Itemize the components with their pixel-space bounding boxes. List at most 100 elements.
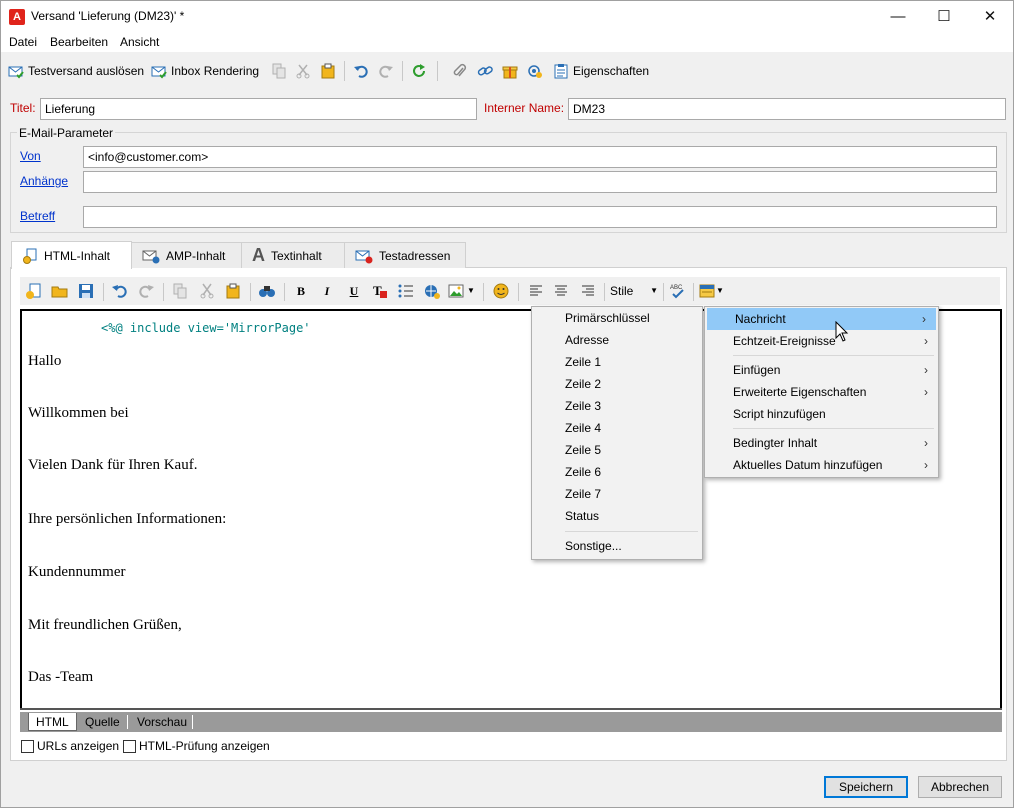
menu-item-aktuelles-datum[interactable]: Aktuelles Datum hinzufügen › [705,454,938,476]
tab-quelle[interactable]: Quelle [78,713,127,731]
von-input[interactable]: <info@customer.com> [83,146,997,168]
cut-icon[interactable] [295,63,311,79]
betreff-input[interactable] [83,206,997,228]
tab-divider [192,715,193,729]
insert-link-icon[interactable] [423,282,441,300]
eigenschaften-button[interactable]: Eigenschaften [553,63,649,79]
align-center-icon[interactable] [552,282,570,300]
menu-item-erweiterte-eigenschaften[interactable]: Erweiterte Eigenschaften › [705,381,938,403]
minimize-button[interactable]: — [875,1,921,32]
menu-item-echtzeit-ereignisse[interactable]: Echtzeit-Ereignisse › [705,330,938,352]
editor-line: Mit freundlichen Grüßen, [28,617,182,633]
editor-paste-icon[interactable] [224,282,242,300]
tab-testadressen-label: Testadressen [379,248,451,263]
testversand-button[interactable]: Testversand auslösen [8,63,144,79]
target-icon[interactable] [527,63,543,79]
align-left-icon[interactable] [527,282,545,300]
image-dropdown-icon[interactable]: ▼ [466,282,476,300]
align-right-icon[interactable] [579,282,597,300]
bullet-list-icon[interactable] [397,282,415,300]
italic-icon[interactable]: I [318,282,336,300]
html-check-checkbox-label: HTML-Prüfung anzeigen [139,739,270,753]
editor-copy-icon[interactable] [171,282,189,300]
menu-bearbeiten[interactable]: Bearbeiten [50,35,108,49]
von-link[interactable]: Von [20,149,41,163]
offer-icon[interactable] [502,63,518,79]
submenu-item-zeile-6[interactable]: Zeile 6 [532,461,702,483]
menu-item-nachricht-label: Nachricht [735,312,786,326]
styles-dropdown[interactable]: Stile ▼ [610,282,658,300]
underline-icon[interactable]: U [345,282,363,300]
betreff-link[interactable]: Betreff [20,209,55,223]
interner-name-input[interactable]: DM23 [568,98,1006,120]
tab-vorschau[interactable]: Vorschau [130,713,194,731]
inbox-rendering-button[interactable]: Inbox Rendering [151,63,259,79]
submenu-separator [565,531,698,532]
redo-icon[interactable] [378,63,394,79]
tab-html-inhalt[interactable]: HTML-Inhalt [11,241,132,269]
editor-bottom-border [20,708,1002,710]
tab-testadressen[interactable]: Testadressen [344,242,466,268]
styles-dropdown-label: Stile [610,284,634,298]
text-color-icon[interactable]: T [371,282,389,300]
link-icon[interactable] [477,63,493,79]
submenu-item-zeile-5[interactable]: Zeile 5 [532,439,702,461]
close-button[interactable]: ✕ [967,1,1013,32]
menu-item-script-hinzufuegen[interactable]: Script hinzufügen [705,403,938,425]
cancel-button[interactable]: Abbrechen [918,776,1002,798]
editor-cut-icon[interactable] [198,282,216,300]
submenu-item-zeile-2[interactable]: Zeile 2 [532,373,702,395]
tab-textinhalt[interactable]: A Textinhalt [241,242,345,268]
delivery-window: A Versand 'Lieferung (DM23)' * — ☐ ✕ Dat… [0,0,1014,808]
editor-undo-icon[interactable] [111,282,129,300]
editor-line: Hallo [28,353,62,369]
save-icon[interactable] [77,282,95,300]
menu-item-einfuegen[interactable]: Einfügen › [705,359,938,381]
menu-separator [733,428,934,429]
urls-checkbox[interactable]: URLs anzeigen [21,739,119,753]
titel-input[interactable]: Lieferung [40,98,477,120]
maximize-button[interactable]: ☐ [921,1,967,32]
submenu-item-sonstige[interactable]: Sonstige... [532,535,702,557]
tab-html-mode[interactable]: HTML [28,713,77,731]
submenu-item-zeile-7[interactable]: Zeile 7 [532,483,702,505]
personalization-icon[interactable] [698,282,716,300]
menu-item-bedingter-inhalt[interactable]: Bedingter Inhalt › [705,432,938,454]
submenu-item-zeile-1[interactable]: Zeile 1 [532,351,702,373]
paste-icon[interactable] [320,63,336,79]
submenu-item-adresse[interactable]: Adresse [532,329,702,351]
tab-amp-inhalt-label: AMP-Inhalt [166,248,226,263]
submenu-item-primaerschluessel[interactable]: Primärschlüssel [532,307,702,329]
refresh-icon[interactable] [411,63,427,79]
menu-item-einfuegen-label: Einfügen [733,363,781,377]
copy-icon[interactable] [271,63,287,79]
testversand-label: Testversand auslösen [28,64,145,78]
personalization-dropdown-icon[interactable]: ▼ [715,282,725,300]
amp-content-icon [142,250,160,263]
open-folder-icon[interactable] [51,282,69,300]
emoji-icon[interactable] [492,282,510,300]
find-icon[interactable] [258,282,276,300]
menu-item-echtzeit-label: Echtzeit-Ereignisse [733,334,836,348]
html-check-checkbox[interactable]: HTML-Prüfung anzeigen [123,739,270,753]
tab-amp-inhalt[interactable]: AMP-Inhalt [131,242,242,268]
spellcheck-icon[interactable]: ABC [668,282,686,300]
editor-redo-icon[interactable] [137,282,155,300]
insert-image-icon[interactable] [448,282,466,300]
interner-name-label: Interner Name: [484,101,565,115]
title-bar: A Versand 'Lieferung (DM23)' * — ☐ ✕ [1,1,1013,32]
anhaenge-input[interactable] [83,171,997,193]
menu-datei[interactable]: Datei [9,35,37,49]
submenu-item-zeile-3[interactable]: Zeile 3 [532,395,702,417]
menu-ansicht[interactable]: Ansicht [120,35,159,49]
bold-icon[interactable]: B [292,282,310,300]
undo-icon[interactable] [353,63,369,79]
text-content-icon: A [252,245,265,265]
submenu-item-zeile-4[interactable]: Zeile 4 [532,417,702,439]
submenu-item-status[interactable]: Status [532,505,702,527]
anhaenge-link[interactable]: Anhänge [20,174,68,188]
attachment-icon[interactable] [452,63,468,79]
save-button[interactable]: Speichern [824,776,908,798]
new-document-icon[interactable] [25,282,43,300]
menu-item-nachricht[interactable]: Nachricht › [707,308,936,330]
